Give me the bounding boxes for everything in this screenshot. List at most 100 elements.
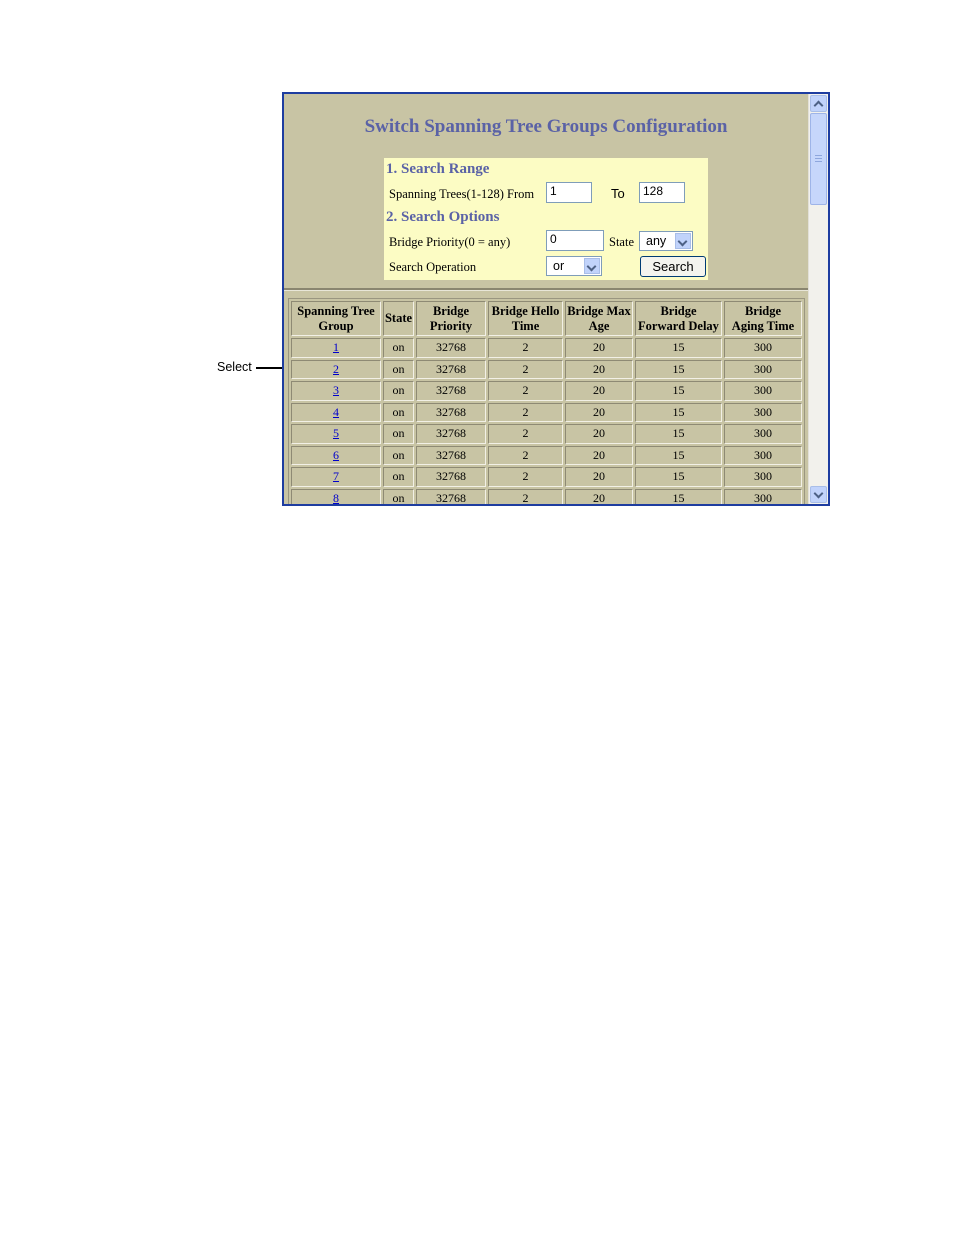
spanning-trees-label: Spanning Trees(1-128) From [389, 187, 535, 201]
column-header-text: Bridge [660, 303, 697, 318]
table-row: 5 on 32768 2 20 15 300 [291, 424, 802, 444]
table-cell: 32768 [416, 488, 486, 504]
table-cell: on [383, 381, 414, 401]
column-header-text: Time [511, 318, 540, 333]
column-header-text: Bridge [432, 303, 470, 318]
table-cell: on [383, 338, 414, 358]
column-header-text: State [384, 311, 413, 325]
table-cell: 15 [635, 445, 722, 465]
search-operation-label: Search Operation [389, 260, 477, 274]
table-cell: 2 [488, 445, 563, 465]
page-title: Switch Spanning Tree Groups Configuratio… [364, 116, 728, 137]
table-cell: 300 [724, 338, 802, 358]
table-cell: on [383, 488, 414, 504]
bridge-priority-label: Bridge Priority(0 = any) [389, 235, 511, 249]
table-cell: 15 [635, 402, 722, 422]
chevron-down-icon[interactable] [584, 258, 600, 274]
group-cell: 3 [291, 381, 381, 401]
state-select-value: any [646, 234, 667, 248]
table-cell: 300 [724, 402, 802, 422]
page-content: Switch Spanning Tree Groups Configuratio… [284, 94, 808, 504]
scrollbar-thumb[interactable] [810, 113, 827, 205]
column-header-text: Bridge Hello [491, 303, 560, 318]
table-cell: 2 [488, 488, 563, 504]
grip-line [815, 155, 822, 156]
group-cell: 5 [291, 424, 381, 444]
table-cell: 300 [724, 359, 802, 379]
table-row: 1 on 32768 2 20 15 300 [291, 338, 802, 358]
table-cell: 2 [488, 424, 563, 444]
column-header-text: Spanning Tree [297, 303, 375, 318]
column-header-text: Bridge Max [567, 303, 631, 318]
table-cell: 300 [724, 381, 802, 401]
group-link[interactable]: 8 [333, 491, 339, 504]
table-cell: on [383, 402, 414, 422]
group-link[interactable]: 2 [333, 362, 339, 376]
table-row: 8 on 32768 2 20 15 300 [291, 488, 802, 504]
table-cell: 300 [724, 467, 802, 487]
table-cell: 32768 [416, 381, 486, 401]
bridge-priority-input[interactable]: 0 [546, 230, 604, 251]
column-header-text: Bridge [744, 303, 782, 318]
column-header-text: Forward Delay [638, 318, 719, 333]
group-cell: 1 [291, 338, 381, 358]
table-cell: 32768 [416, 402, 486, 422]
browser-frame: Switch Spanning Tree Groups Configuratio… [282, 92, 830, 506]
search-operation-select[interactable]: or [546, 256, 602, 276]
search-button[interactable]: Search [640, 256, 706, 277]
table-cell: 20 [565, 424, 633, 444]
table-cell: 20 [565, 338, 633, 358]
scroll-down-arrow-icon[interactable] [810, 486, 827, 503]
table-cell: 32768 [416, 338, 486, 358]
table-cell: 15 [635, 424, 722, 444]
state-label: State [609, 235, 634, 249]
group-link[interactable]: 7 [333, 469, 339, 483]
group-link[interactable]: 3 [333, 383, 339, 397]
search-panel: 1. Search Range Spanning Trees(1-128) Fr… [384, 158, 708, 280]
column-header: Spanning Tree Group [291, 301, 381, 336]
table-cell: 15 [635, 467, 722, 487]
group-link[interactable]: 1 [333, 340, 339, 354]
table-cell: 20 [565, 402, 633, 422]
column-header: Bridge Aging Time [724, 301, 802, 336]
group-cell: 2 [291, 359, 381, 379]
table-cell: 15 [635, 381, 722, 401]
section-divider [284, 288, 808, 291]
table-cell: 2 [488, 467, 563, 487]
table-cell: 32768 [416, 359, 486, 379]
chevron-down-icon[interactable] [675, 233, 691, 249]
table-cell: 20 [565, 381, 633, 401]
table-cell: 300 [724, 445, 802, 465]
scroll-up-arrow-icon[interactable] [810, 95, 827, 112]
state-select[interactable]: any [639, 231, 693, 251]
table-cell: 2 [488, 381, 563, 401]
table-row: 4 on 32768 2 20 15 300 [291, 402, 802, 422]
column-header-text: Group [318, 318, 354, 333]
column-header-text: Aging Time [731, 318, 795, 333]
table-cell: 2 [488, 402, 563, 422]
to-input[interactable]: 128 [639, 182, 685, 203]
table-cell: 300 [724, 488, 802, 504]
column-header-text: Age [588, 318, 610, 333]
callout-label: Select [217, 360, 252, 374]
column-header: State [383, 301, 414, 336]
search-operation-value: or [553, 259, 565, 273]
table-body: 1 on 32768 2 20 15 300 2 on 32768 2 20 15 300 3 on 32768… [291, 338, 802, 504]
column-header: Bridge Priority [416, 301, 486, 336]
vertical-scrollbar[interactable] [808, 94, 828, 504]
group-link[interactable]: 5 [333, 426, 339, 440]
group-cell: 6 [291, 445, 381, 465]
from-input[interactable]: 1 [546, 182, 592, 203]
table-header-row: Spanning Tree Group State Bridge Priority Bri… [291, 301, 802, 336]
column-header: Bridge Forward Delay [635, 301, 722, 336]
table-cell: 20 [565, 467, 633, 487]
group-link[interactable]: 6 [333, 448, 339, 462]
table-row: 3 on 32768 2 20 15 300 [291, 381, 802, 401]
table-cell: 20 [565, 359, 633, 379]
table-cell: 15 [635, 338, 722, 358]
table-cell: on [383, 359, 414, 379]
table-row: 7 on 32768 2 20 15 300 [291, 467, 802, 487]
table-cell: 20 [565, 488, 633, 504]
group-link[interactable]: 4 [333, 405, 339, 419]
table-cell: 32768 [416, 467, 486, 487]
